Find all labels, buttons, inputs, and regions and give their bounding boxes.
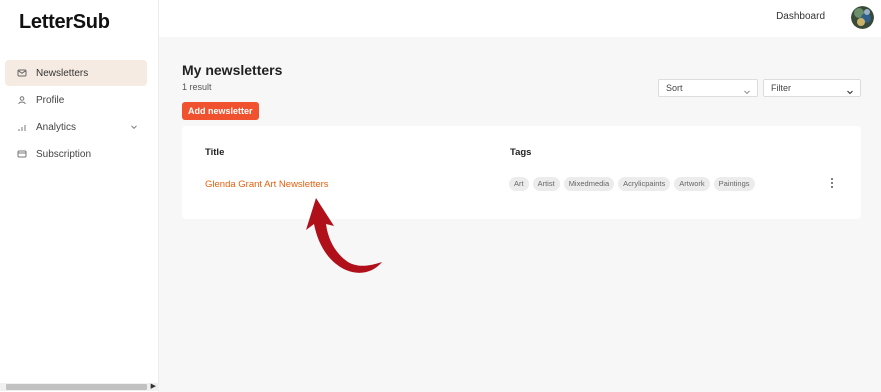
scrollbar-thumb[interactable] (6, 384, 147, 390)
user-icon (17, 95, 27, 105)
chevron-down-icon (743, 85, 751, 95)
user-avatar[interactable] (851, 6, 874, 29)
result-count: 1 result (182, 82, 212, 92)
dashboard-link[interactable]: Dashboard (776, 11, 825, 22)
sidebar-item-label: Profile (36, 94, 65, 106)
annotation-arrow-icon (306, 198, 382, 273)
scroll-right-icon[interactable]: ▶ (151, 383, 156, 391)
tag-chip[interactable]: Artist (532, 177, 560, 191)
mail-icon (17, 68, 27, 78)
sidebar-item-newsletters[interactable]: Newsletters (5, 60, 147, 86)
sort-value: Sort (666, 83, 683, 93)
newsletters-table: Title Tags Glenda Grant Art Newsletters … (182, 126, 861, 219)
card-icon (17, 149, 27, 159)
chevron-down-icon (846, 85, 854, 95)
tag-chip[interactable]: Art (509, 177, 529, 191)
tag-chip[interactable]: Mixedmedia (563, 177, 615, 191)
tag-chip[interactable]: Acrylicpaints (618, 177, 671, 191)
sidebar: LetterSub Newsletters Profile Analytics (0, 0, 159, 392)
sidebar-item-label: Subscription (36, 148, 92, 160)
tag-list: Art Artist Mixedmedia Acrylicpaints Artw… (509, 177, 755, 191)
sidebar-item-label: Newsletters (36, 67, 89, 79)
chevron-down-icon[interactable] (129, 122, 139, 132)
filter-value: Filter (771, 83, 791, 93)
bar-chart-icon (17, 122, 27, 132)
add-newsletter-button[interactable]: Add newsletter (182, 102, 259, 120)
top-bar: Dashboard (159, 0, 881, 37)
sort-select[interactable]: Sort (658, 79, 758, 97)
sidebar-nav: Newsletters Profile Analytics Subscripti… (5, 60, 147, 168)
sidebar-item-analytics[interactable]: Analytics (5, 114, 147, 140)
newsletter-title-link[interactable]: Glenda Grant Art Newsletters (205, 179, 329, 190)
sidebar-item-subscription[interactable]: Subscription (5, 141, 147, 167)
page-title: My newsletters (182, 62, 283, 78)
tag-chip[interactable]: Paintings (713, 177, 755, 191)
horizontal-scrollbar[interactable]: ▶ (0, 383, 159, 391)
column-header-title: Title (205, 147, 225, 158)
sidebar-item-label: Analytics (36, 121, 77, 133)
filter-select[interactable]: Filter (763, 79, 861, 97)
more-options-icon[interactable] (828, 176, 836, 190)
app-root: LetterSub Newsletters Profile Analytics (0, 0, 881, 392)
sidebar-item-profile[interactable]: Profile (5, 87, 147, 113)
column-header-tags: Tags (510, 147, 532, 158)
app-logo: LetterSub (19, 11, 110, 33)
tag-chip[interactable]: Artwork (674, 177, 710, 191)
